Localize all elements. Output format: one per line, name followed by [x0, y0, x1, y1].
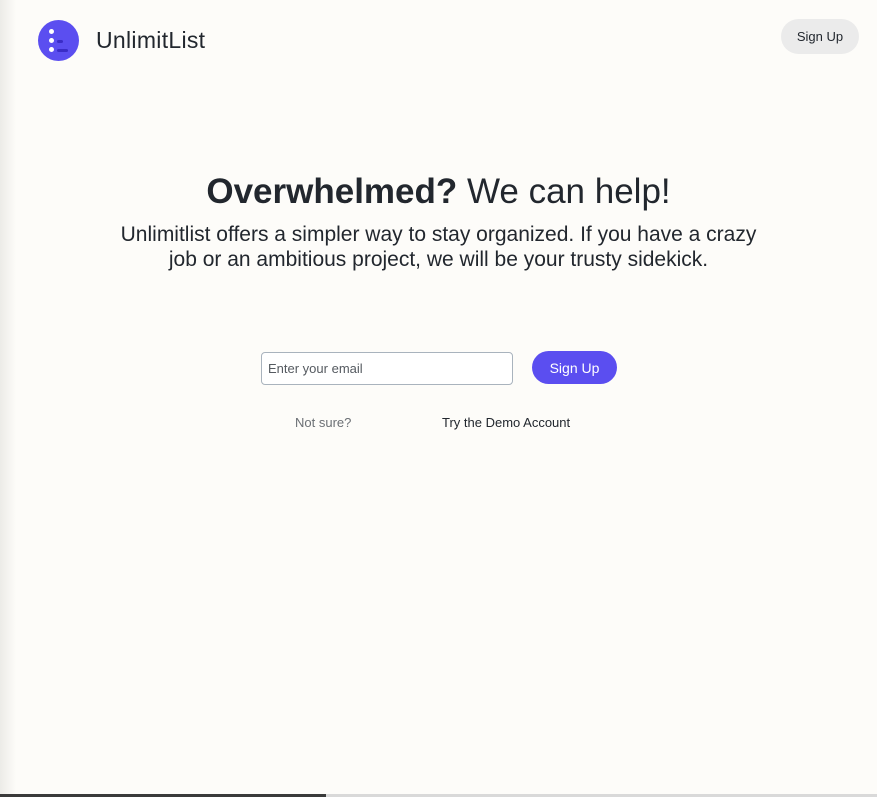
email-input[interactable] — [261, 352, 513, 385]
brand-home-link[interactable]: UnlimitList — [38, 20, 205, 61]
hero-section: Overwhelmed? We can help! Unlimitlist of… — [0, 168, 877, 272]
headline-emphasis: Overwhelmed? — [206, 172, 458, 211]
header-signup-button[interactable]: Sign Up — [781, 19, 859, 54]
signup-submit-button[interactable]: Sign Up — [532, 351, 617, 384]
hero-subtext: Unlimitlist offers a simpler way to stay… — [120, 223, 757, 271]
top-navbar: UnlimitList Sign Up — [0, 0, 877, 82]
not-sure-label: Not sure? — [295, 415, 352, 430]
brand-name: UnlimitList — [96, 27, 206, 53]
hero-headline: Overwhelmed? We can help! — [0, 168, 877, 216]
window-left-edge — [0, 0, 16, 797]
headline-rest: We can help! — [457, 172, 671, 211]
list-logo-icon — [38, 20, 79, 61]
demo-account-link[interactable]: Try the Demo Account — [442, 415, 570, 430]
